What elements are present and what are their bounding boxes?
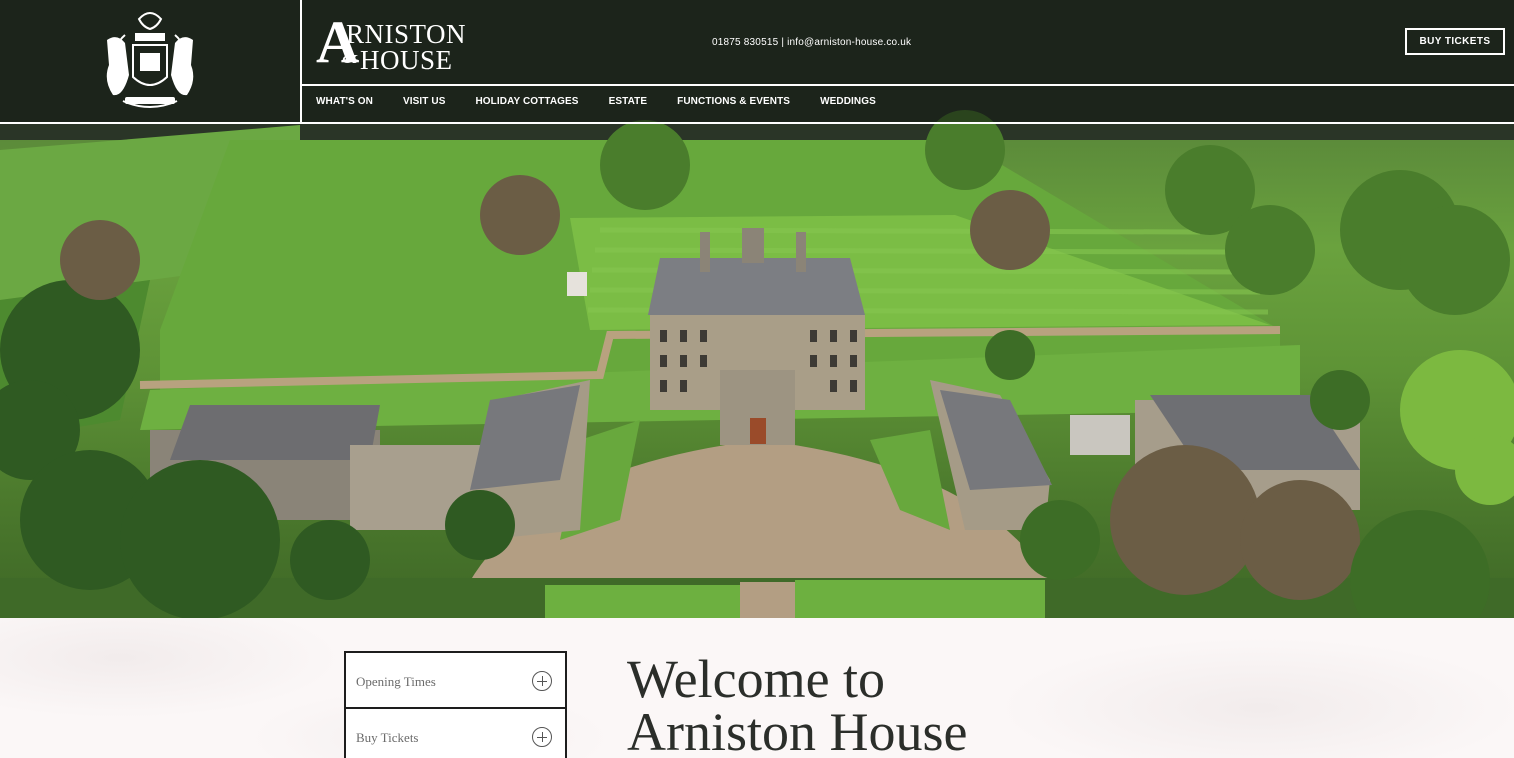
logo-line-2: HOUSE <box>360 45 453 75</box>
accordion-label: Opening Times <box>356 674 436 689</box>
nav-item-weddings[interactable]: WEDDINGS <box>820 96 876 112</box>
info-accordion: Opening Times Buy Tickets <box>344 651 567 758</box>
site-header: A RNISTON & HOUSE 01875 830515 | info@ar… <box>0 0 1514 124</box>
site-logo[interactable]: A RNISTON & HOUSE <box>316 12 486 75</box>
nav-item-estate[interactable]: ESTATE <box>609 96 648 112</box>
coat-of-arms-icon[interactable] <box>95 5 205 117</box>
nav-item-whats-on[interactable]: WHAT'S ON <box>316 96 373 112</box>
contact-info[interactable]: 01875 830515 | info@arniston-house.co.uk <box>712 37 911 48</box>
title-line-1: Welcome to <box>627 649 886 709</box>
title-line-2: Arniston House <box>627 702 968 758</box>
accordion-label: Buy Tickets <box>356 730 419 745</box>
crest-logo-box[interactable] <box>0 0 302 122</box>
plus-circle-icon[interactable] <box>532 671 552 691</box>
nav-item-holiday-cottages[interactable]: HOLIDAY COTTAGES <box>475 96 578 112</box>
accordion-buy-tickets[interactable]: Buy Tickets <box>344 709 567 758</box>
nav-item-functions-events[interactable]: FUNCTIONS & EVENTS <box>677 96 790 112</box>
accordion-opening-times[interactable]: Opening Times <box>344 651 567 709</box>
plus-circle-icon[interactable] <box>532 727 552 747</box>
nav-divider <box>302 84 1514 86</box>
logo-line-1: RNISTON <box>346 19 467 49</box>
logo-ampersand: & <box>342 46 358 68</box>
buy-tickets-button[interactable]: BUY TICKETS <box>1405 28 1505 55</box>
main-nav: WHAT'S ON VISIT US HOLIDAY COTTAGES ESTA… <box>316 96 906 112</box>
page-title: Welcome to Arniston House <box>627 652 1147 758</box>
nav-item-visit-us[interactable]: VISIT US <box>403 96 445 112</box>
